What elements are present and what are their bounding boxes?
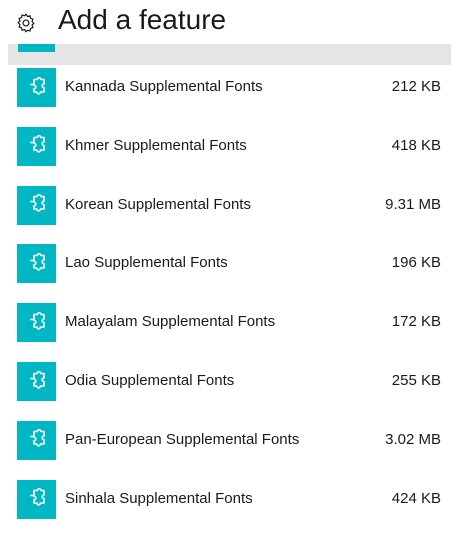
page-title: Add a feature [58,4,227,35]
feature-name: Pan-European Supplemental Fonts [65,430,300,448]
puzzle-icon [18,44,55,52]
puzzle-icon [17,303,56,343]
feature-name: Khmer Supplemental Fonts [65,136,247,154]
feature-size: 424 KB [391,489,441,507]
feature-name: Sinhala Supplemental Fonts [65,489,253,507]
feature-name: Kannada Supplemental Fonts [65,78,263,95]
feature-list-item[interactable]: Khmer Supplemental Fonts 418 KB [8,126,451,183]
feature-size: 212 KB [391,78,441,95]
feature-name: Lao Supplemental Fonts [65,254,228,272]
feature-size: 172 KB [391,313,441,331]
feature-name: Odia Supplemental Fonts [65,372,235,389]
feature-list-item[interactable]: Kannada Supplemental Fonts 212 KB [8,68,451,124]
gear-icon[interactable] [15,12,37,34]
page-header: Add a feature [0,0,474,44]
feature-list-item[interactable]: Korean Supplemental Fonts 9.31 MB [8,185,451,242]
puzzle-icon [17,362,56,401]
feature-name: Korean Supplemental Fonts [65,195,251,213]
feature-size: 255 KB [391,372,441,389]
puzzle-icon [17,185,56,225]
previous-list-item-highlighted[interactable] [8,44,451,65]
feature-list-item[interactable]: Pan-European Supplemental Fonts 3.02 MB [8,420,451,477]
feature-size: 196 KB [391,254,441,272]
feature-list-item[interactable]: Malayalam Supplemental Fonts 172 KB [8,303,451,359]
feature-list-item[interactable]: Odia Supplemental Fonts 255 KB [8,362,451,418]
puzzle-icon [17,479,56,519]
feature-name: Malayalam Supplemental Fonts [65,313,276,331]
feature-size: 3.02 MB [385,430,441,448]
puzzle-icon [17,126,56,166]
puzzle-icon [17,420,56,460]
feature-list-item[interactable]: Lao Supplemental Fonts 196 KB [8,244,451,300]
puzzle-icon [17,68,56,107]
puzzle-icon [17,244,56,284]
feature-size: 418 KB [391,136,441,154]
feature-size: 9.31 MB [385,195,441,213]
feature-list: Kannada Supplemental Fonts 212 KB Khmer … [0,0,474,519]
